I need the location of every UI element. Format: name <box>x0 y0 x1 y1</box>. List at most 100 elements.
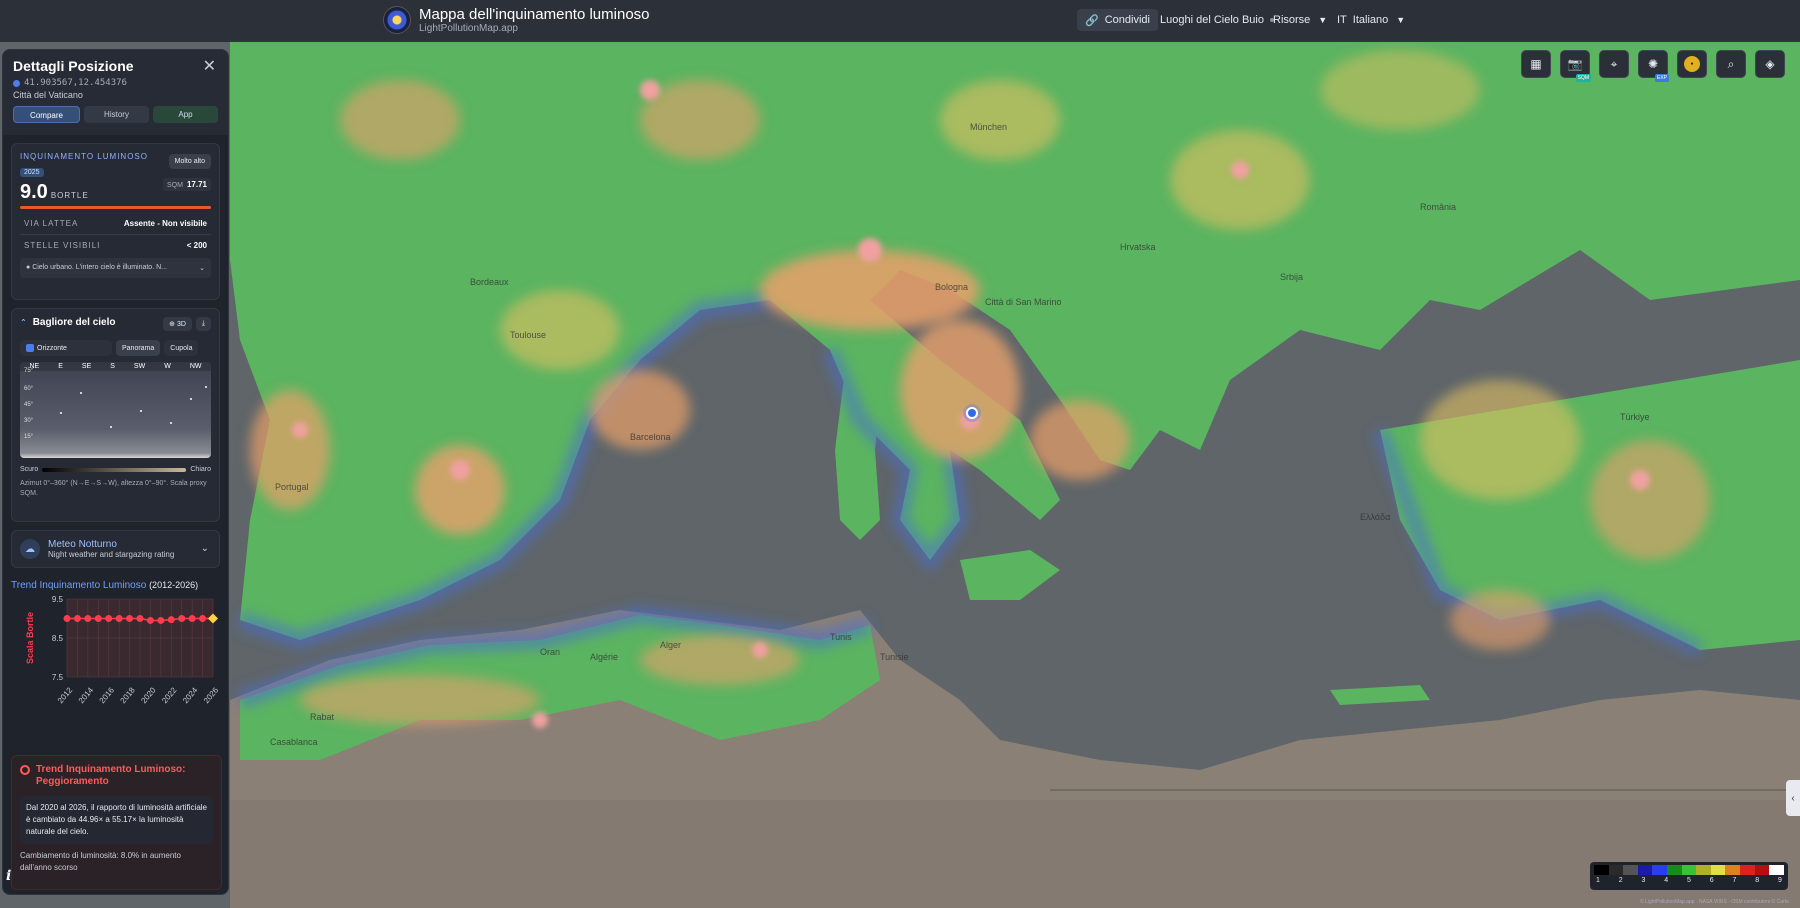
panel-header: Dettagli Posizione ✕ 41.903567,12.454376… <box>3 50 228 135</box>
resources-label: Risorse <box>1273 14 1311 26</box>
search-tool-button[interactable]: ⌕ <box>1716 50 1746 78</box>
legend-swatch <box>1696 865 1711 875</box>
dir-nw: NW <box>189 363 202 370</box>
legend-number: 3 <box>1641 877 1646 884</box>
coordinates[interactable]: 41.903567,12.454376 <box>13 78 218 88</box>
tab-app[interactable]: App <box>153 106 218 123</box>
map-label: Bordeaux <box>470 277 509 287</box>
map-label: Hrvatska <box>1120 242 1156 252</box>
tab-compare[interactable]: Compare <box>13 106 80 123</box>
x-tick-label: 2014 <box>77 685 96 705</box>
share-label: Condividi <box>1104 14 1150 26</box>
x-tick-label: 2020 <box>139 685 158 705</box>
map-label: Tunisie <box>880 652 909 662</box>
trend-chart[interactable]: 9.58.57.5Scala Bortle2012 2014 2016 2018 202… <box>7 591 222 713</box>
x-tick-label: 2012 <box>56 685 75 705</box>
map-label: Barcelona <box>630 432 671 442</box>
trend-title: Trend Inquinamento Luminoso (2012-2026) <box>11 580 228 591</box>
caret-down-icon: ▼ <box>1318 15 1328 25</box>
language-select[interactable]: IT Italiano ▼ <box>1337 9 1405 31</box>
map-label: Ελλάδα <box>1360 512 1390 522</box>
brand[interactable]: Mappa dell'inquinamento luminoso LightPo… <box>383 6 650 34</box>
location-marker[interactable] <box>963 404 981 422</box>
sqm-value: 17.71 <box>186 180 207 189</box>
view-3d-button[interactable]: ⊕ 3D <box>163 317 192 331</box>
info-icon[interactable]: i <box>6 868 24 886</box>
worsening-body: Dal 2020 al 2026, il rapporto di luminos… <box>20 796 213 844</box>
language-label: Italiano <box>1352 14 1389 26</box>
map-label: Alger <box>660 640 681 650</box>
pin-tool-button[interactable]: ⌖ <box>1599 50 1629 78</box>
cloud-icon: ☁ <box>20 539 40 559</box>
legend-swatch <box>1608 865 1624 875</box>
share-button[interactable]: 🔗 Condividi <box>1077 9 1158 31</box>
map-label: Portugal <box>275 482 309 492</box>
legend-numbers: 1 2 3 4 5 6 7 8 9 <box>1594 877 1784 884</box>
legend-swatch <box>1637 865 1653 875</box>
data-point <box>136 615 144 622</box>
x-tick-label: 2022 <box>160 685 179 705</box>
map-label: Tunis <box>830 632 852 642</box>
legend-swatch <box>1740 865 1755 875</box>
bortle-bar <box>20 206 211 209</box>
legend-swatch <box>1769 865 1784 875</box>
panorama-option[interactable]: Panorama <box>116 340 161 356</box>
map-label: Türkiye <box>1620 412 1650 422</box>
map-canvas[interactable]: München Bordeaux Toulouse Barcelona Portugal… <box>0 0 1800 908</box>
skyglow-footnote: Azimut 0°–360° (N→E→S→W), altezza 0°–90°… <box>20 480 207 497</box>
horizon-checkbox[interactable]: Orizzonte <box>20 340 112 356</box>
x-tick-label: 2024 <box>181 685 200 705</box>
legend-swatch <box>1667 865 1682 875</box>
search-icon: ⌕ <box>1727 56 1735 71</box>
star <box>60 412 62 414</box>
map-label: Srbija <box>1280 272 1303 282</box>
pin-icon <box>13 79 20 87</box>
milky-way-value: Assente - Non visibile <box>123 219 207 228</box>
sky-description-toggle[interactable]: ● Cielo urbano. L'intero cielo è illumin… <box>20 258 211 278</box>
layers-tool-button[interactable]: ◈ <box>1755 50 1785 78</box>
grid-icon: ▦ <box>1530 57 1542 71</box>
legend-number: 7 <box>1732 877 1737 884</box>
data-point <box>73 615 81 622</box>
legend-swatch <box>1681 865 1697 875</box>
camera-tool-button[interactable]: 📷 SQM <box>1560 50 1591 82</box>
sky-description: ● Cielo urbano. L'intero cielo è illumin… <box>26 264 167 271</box>
meteo-title: Meteo Notturno <box>48 539 117 550</box>
data-point <box>157 616 165 624</box>
brightness-tool-button[interactable]: ● <box>1677 50 1707 78</box>
download-icon[interactable]: ⤓ <box>195 317 211 331</box>
map-svg[interactable]: München Bordeaux Toulouse Barcelona Portugal… <box>0 0 1800 908</box>
sun-icon: ● <box>1684 56 1700 72</box>
map-label: Rabat <box>310 712 335 722</box>
legend-swatch <box>1725 865 1741 875</box>
bortle-unit: BORTLE <box>50 191 89 200</box>
top-bar: Mappa dell'inquinamento luminoso LightPo… <box>0 0 1800 42</box>
layers-icon: ◈ <box>1765 57 1775 71</box>
trend-worsening-card: Trend Inquinamento Luminoso: Peggioramen… <box>11 755 222 890</box>
legend-swatches <box>1594 865 1784 875</box>
x-tick-label: 2018 <box>118 685 137 705</box>
app-title: Mappa dell'inquinamento luminoso <box>419 5 650 23</box>
data-point <box>178 615 186 622</box>
night-weather-card[interactable]: ☁ Meteo Notturno Night weather and starg… <box>11 530 220 568</box>
brand-logo-icon <box>383 6 411 34</box>
side-panel-handle[interactable]: ‹ <box>1786 780 1800 816</box>
grid-tool-button[interactable]: ▦ <box>1521 50 1551 78</box>
legend-number: 6 <box>1709 877 1714 884</box>
legend-swatch <box>1710 865 1726 875</box>
dark-places-link[interactable]: Luoghi del Cielo Buio <box>1160 9 1274 31</box>
dome-option[interactable]: Cupola <box>164 340 199 356</box>
data-point <box>126 615 134 622</box>
sky-panorama[interactable]: NE E SE S SW W NW 75° 60° 45° 30° 15° <box>20 362 211 458</box>
data-point <box>167 616 175 624</box>
caret-down-icon: ▼ <box>1396 15 1406 25</box>
stars-value: < 200 <box>186 241 207 250</box>
compare-tool-button[interactable]: ✺ EXP <box>1638 50 1669 82</box>
tab-history[interactable]: History <box>84 106 149 123</box>
resources-menu[interactable]: Risorse ▼ <box>1273 9 1327 31</box>
star <box>205 386 207 388</box>
close-icon[interactable]: ✕ <box>203 56 216 76</box>
alt-30: 30° <box>24 418 34 424</box>
chevron-up-icon: ⌃ <box>20 318 27 327</box>
alt-15: 15° <box>24 434 34 440</box>
